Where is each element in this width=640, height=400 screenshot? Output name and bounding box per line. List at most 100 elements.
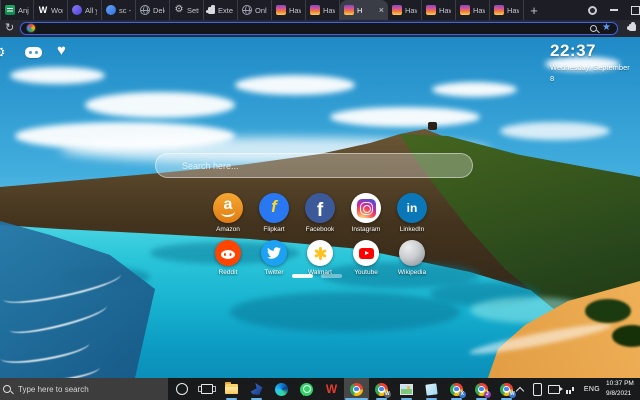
edge-button[interactable] [269,378,294,400]
cloud [432,82,517,97]
camera-tray[interactable] [546,378,564,400]
blue-app-button[interactable] [244,378,269,400]
chrome-profile-button[interactable]: W [369,378,394,400]
chrome-button-active[interactable] [344,378,369,400]
extensions-icon[interactable] [627,22,636,31]
cloud [85,92,235,118]
taskbar-clock[interactable]: 10:37 PM 9/8/2021 [604,379,640,399]
sticky-notes-button[interactable] [419,378,444,400]
phone-link-tray[interactable] [529,378,546,400]
tab-haw[interactable]: Haw [456,0,490,20]
gear-icon[interactable] [0,44,6,61]
shortcut-instagram[interactable]: Instagram [343,193,389,233]
tab-close-icon[interactable] [379,6,384,15]
tab-haw[interactable]: Haw [422,0,456,20]
tab-title: Haw [507,5,519,15]
gamepad-icon[interactable] [25,47,42,58]
twitter-icon [261,240,287,266]
wallpaper-search-bar[interactable] [155,153,473,178]
heart-icon[interactable] [57,42,66,59]
shortcut-linkedin[interactable]: LinkedIn [389,193,435,233]
tab-title: sc - 1 [119,5,131,15]
language-indicator[interactable]: ENG [580,386,604,393]
sticky-note-icon [425,382,438,396]
cortana-button[interactable] [169,378,194,400]
task-view-icon [197,384,216,394]
new-tab-button[interactable] [524,0,544,20]
wallpaper-thumb-icon [276,5,286,15]
shortcut-flipkart[interactable]: Flipkart [251,193,297,233]
tab-title: H [357,5,363,15]
tab-delet[interactable]: Delet [136,0,170,20]
shortcut-amazon[interactable]: Amazon [205,193,251,233]
browser-toolbar [0,20,640,37]
shortcut-youtube[interactable]: Youtube [343,240,389,276]
folder-icon [225,382,238,394]
page-dot-active[interactable] [292,274,313,278]
search-icon[interactable] [590,24,598,32]
address-input[interactable] [40,22,586,34]
tab-haw[interactable]: Haw [388,0,422,20]
tab-title: Settin [187,5,199,15]
shortcut-reddit[interactable]: Reddit [205,240,251,276]
bookmark-star-icon[interactable] [602,23,611,33]
taskbar-date: 9/8/2021 [606,390,632,397]
wallpaper-thumb-icon [460,5,470,15]
instagram-icon [351,193,381,223]
minimize-button[interactable] [610,9,618,11]
chrome-profile-button[interactable]: J [469,378,494,400]
page-dot[interactable] [321,274,342,278]
cloud [10,67,105,84]
shortcut-wikipedia[interactable]: Wikipedia [389,240,435,276]
tab-haw[interactable]: Haw [306,0,340,20]
windows-taskbar: W X J W ENG 10:37 PM 9/8/2021 [0,378,640,400]
wallpaper-thumb-icon [426,5,436,15]
tab-sc-1[interactable]: sc - 1 [102,0,136,20]
file-explorer-button[interactable] [219,378,244,400]
task-view-button[interactable] [194,378,219,400]
cloud [500,122,610,140]
search-input[interactable] [180,159,460,172]
address-bar[interactable] [20,21,618,35]
reload-icon[interactable] [5,21,14,34]
chrome-profile-button[interactable]: X [444,378,469,400]
facebook-icon [305,193,335,223]
tab-title: Word [51,5,63,15]
globe-icon [242,5,252,15]
desktop-screen: Anjal Word All yo sc - 1 Delet Settin Ex… [0,0,640,400]
tab-anjal[interactable]: Anjal [0,0,34,20]
tab-only[interactable]: Only [238,0,272,20]
taskbar-icons: W X J W [169,378,519,400]
whatsapp-button[interactable] [294,378,319,400]
sheets-icon [5,5,15,15]
wps-office-button[interactable] [319,378,344,400]
shortcut-label: Flipkart [263,226,285,233]
maximize-button[interactable] [631,5,640,15]
taskbar-search-box[interactable] [0,378,168,400]
profile-icon[interactable] [588,5,597,15]
profile-badge-x: X [458,390,466,398]
search-icon [3,385,11,393]
phone-icon [532,382,542,396]
tab-haw[interactable]: Haw [272,0,306,20]
tab-title: All yo [85,5,97,15]
blue-app-icon [250,383,263,395]
whatsapp-icon [300,382,313,396]
tab-settings[interactable]: Settin [170,0,204,20]
shortcut-facebook[interactable]: Facebook [297,193,343,233]
shortcut-twitter[interactable]: Twitter [251,240,297,276]
tab-haw[interactable]: Haw [490,0,524,20]
taskbar-search-input[interactable] [16,383,163,395]
tab-active[interactable]: H [340,0,388,20]
tab-word[interactable]: Word [34,0,68,20]
tab-title: Anjal [18,5,29,15]
cortana-icon [175,383,188,395]
photos-button[interactable] [394,378,419,400]
instagram-camera [356,198,376,218]
tab-all-yo[interactable]: All yo [68,0,102,20]
shortcuts-row-2: Reddit Twitter Walmart Youtube Wikipedia [205,240,435,276]
shortcut-label: Amazon [216,226,240,233]
shortcut-walmart[interactable]: Walmart [297,240,343,276]
tab-extensions[interactable]: Exten [204,0,238,20]
network-tray[interactable] [563,378,580,400]
